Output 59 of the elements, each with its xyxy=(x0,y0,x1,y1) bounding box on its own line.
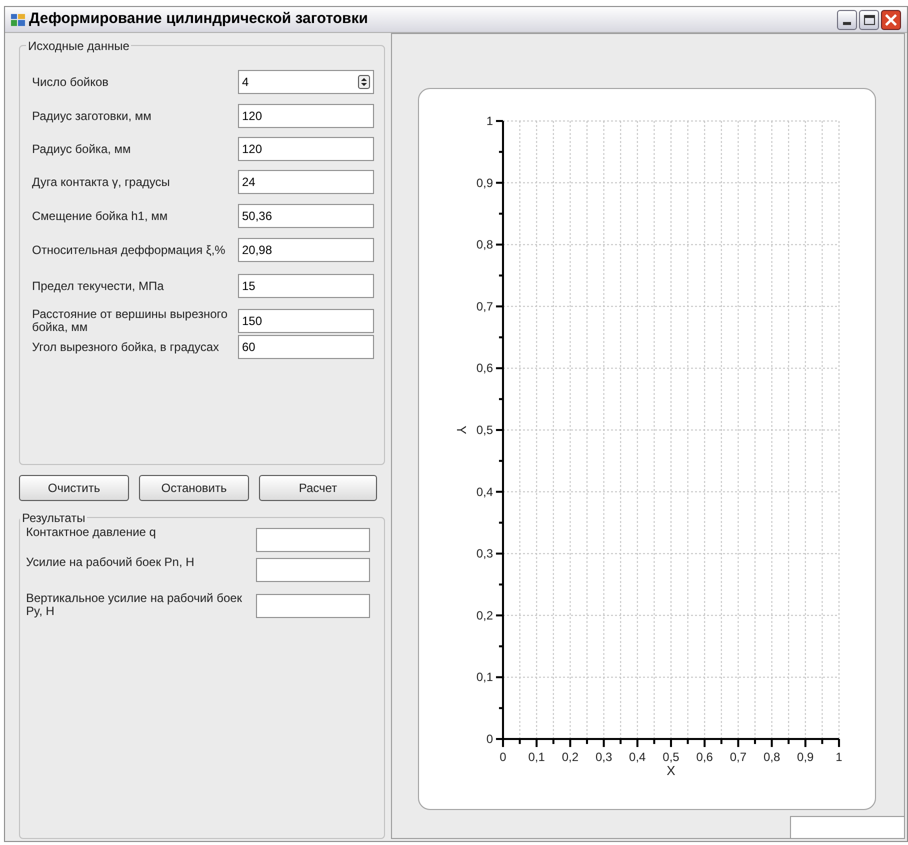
window-title: Деформирование цилиндрической заготовки xyxy=(29,9,368,30)
action-button[interactable]: Расчет xyxy=(259,475,377,501)
input-field[interactable]: 24 xyxy=(238,170,374,194)
action-button[interactable]: Очистить xyxy=(19,475,129,501)
field-label: Относительная дефформация ξ,% xyxy=(32,244,226,256)
input-field[interactable]: 15 xyxy=(238,274,374,298)
tick-label: 1 xyxy=(486,114,493,128)
axis-label: X xyxy=(666,763,676,778)
input-field[interactable]: 20,98 xyxy=(238,238,374,262)
tick-label: 0,6 xyxy=(476,361,493,376)
tick-label: 0,6 xyxy=(696,750,713,764)
tick-label: 0,4 xyxy=(629,750,646,764)
input-field[interactable]: 150 xyxy=(238,309,374,333)
result-label: Усилие на рабочий боек Pn, Н xyxy=(26,556,196,569)
tick-label: 1 xyxy=(836,750,842,764)
maximize-button[interactable] xyxy=(859,10,879,30)
input-field[interactable]: 50,36 xyxy=(238,204,374,228)
field-label: Радиус бойка, мм xyxy=(32,142,132,156)
tick-label: 0 xyxy=(500,750,506,764)
field-label: Дуга контакта γ, градусы xyxy=(32,176,171,188)
tick-label: 0,5 xyxy=(476,423,493,437)
tick-label: 0 xyxy=(486,732,493,746)
input-field[interactable]: 120 xyxy=(238,137,374,161)
tick-label: 0,1 xyxy=(528,750,545,764)
tick-label: 0,7 xyxy=(730,750,747,764)
tick-label: 0,8 xyxy=(476,238,493,252)
spin-box[interactable]: 4 xyxy=(238,70,374,94)
field-label: Расстояние от вершины вырезного бойка, мм xyxy=(32,308,229,334)
tick-label: 0,7 xyxy=(476,299,493,314)
tick-label: 0,2 xyxy=(562,750,579,764)
field-label: Число бойков xyxy=(32,76,110,88)
spinner-arrows-icon[interactable] xyxy=(358,75,370,89)
close-icon[interactable] xyxy=(885,14,897,26)
app-icon xyxy=(11,14,25,26)
tick-label: 0,9 xyxy=(797,750,814,764)
result-label: Контактное давление q xyxy=(26,526,157,539)
tick-label: 0,3 xyxy=(476,546,493,561)
tick-label: 0,4 xyxy=(476,484,493,499)
axis-label: Y xyxy=(454,426,469,434)
tick-label: 0,5 xyxy=(662,750,680,764)
minimize-button[interactable] xyxy=(837,10,857,30)
field-label: Смещение бойка h1, мм xyxy=(32,210,169,222)
output-field[interactable] xyxy=(256,528,370,552)
field-label: Угол вырезного бойка, в градусах xyxy=(32,340,220,354)
output-field[interactable] xyxy=(256,558,370,582)
result-label: Вертикальное усилие на рабочий боек Py, Н xyxy=(26,592,244,618)
close-button[interactable] xyxy=(881,10,901,30)
tick-label: 0,9 xyxy=(476,176,493,190)
tick-label: 0,8 xyxy=(763,750,780,764)
tick-label: 0,3 xyxy=(595,750,612,764)
action-button[interactable]: Остановить xyxy=(139,475,249,501)
output-field[interactable] xyxy=(256,594,370,618)
field-label: Предел текучести, МПа xyxy=(32,280,165,292)
tick-label: 0,2 xyxy=(476,608,493,622)
tick-label: 0,1 xyxy=(476,670,493,684)
input-field[interactable]: 120 xyxy=(238,104,374,128)
text-field[interactable] xyxy=(790,816,904,838)
input-field[interactable]: 60 xyxy=(238,335,374,359)
field-label: Радиус заготовки, мм xyxy=(32,110,152,122)
